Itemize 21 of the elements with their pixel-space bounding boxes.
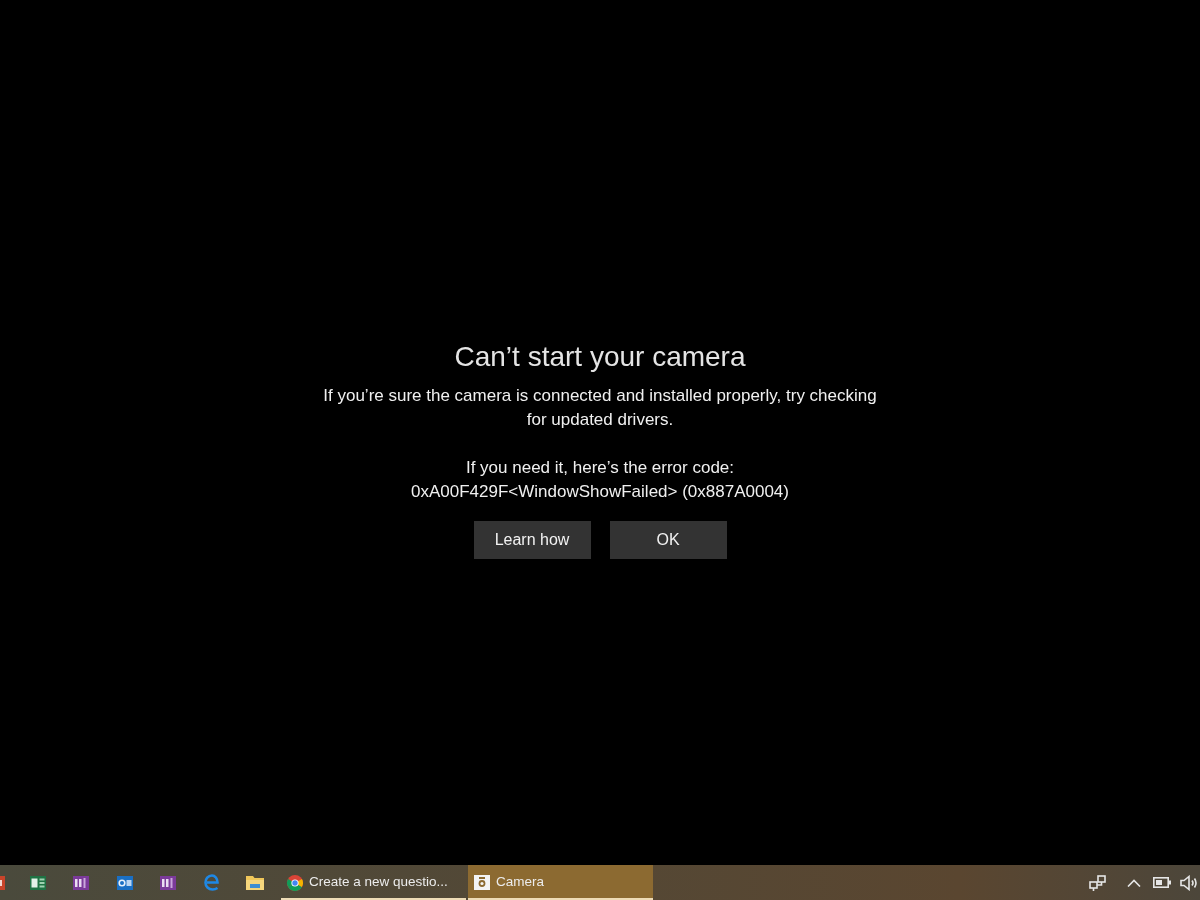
network-icon[interactable] xyxy=(1089,874,1106,891)
error-code-text: 0xA00F429F<WindowShowFailed> (0x887A0004) xyxy=(411,481,789,503)
mail-app-icon xyxy=(116,874,133,891)
notebook-app-icon xyxy=(160,874,177,891)
notebook-app-icon xyxy=(73,874,90,891)
dialog-message: If you’re sure the camera is connected and installed properly, try checking for updated drivers. xyxy=(322,385,878,431)
folder-icon xyxy=(246,875,265,890)
taskbar-button[interactable]: Camera xyxy=(468,865,653,900)
browser-icon xyxy=(203,874,220,891)
dialog-button[interactable]: OK xyxy=(609,521,727,559)
camera-icon xyxy=(474,875,490,890)
battery-icon[interactable] xyxy=(1153,877,1171,888)
spreadsheet-app-icon xyxy=(29,874,46,891)
dialog-title: Can’t start your camera xyxy=(454,340,746,374)
speaker-icon[interactable] xyxy=(1180,874,1197,891)
taskbar-button[interactable]: Create a new questio... xyxy=(281,865,466,900)
dialog-button[interactable]: Learn how xyxy=(473,521,591,559)
browser-logo-icon xyxy=(287,874,303,891)
error-intro-text: If you need it, here’s the error code: xyxy=(465,457,735,479)
app-tile-icon xyxy=(0,874,5,891)
chevron-up-icon[interactable] xyxy=(1127,878,1141,887)
